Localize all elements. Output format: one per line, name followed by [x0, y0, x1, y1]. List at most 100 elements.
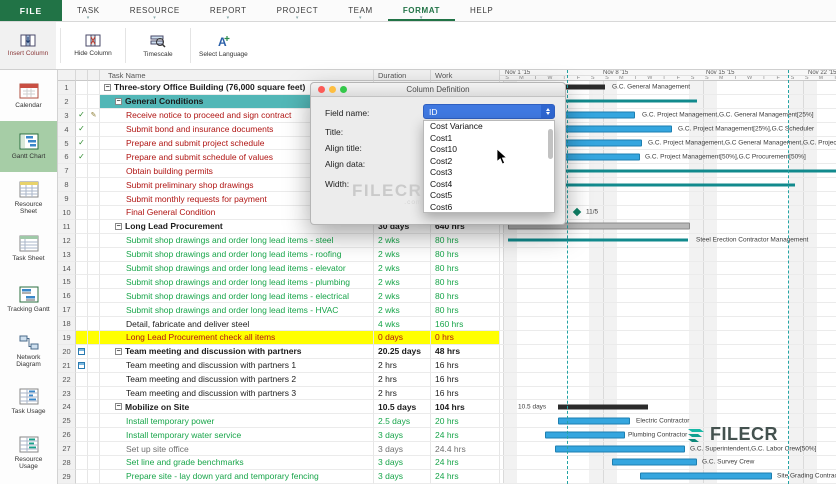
task-name-cell[interactable]: Install temporary water service [100, 428, 374, 442]
row-number-cell[interactable]: 28 [58, 456, 76, 470]
dropdown-option[interactable]: Cost6 [424, 202, 554, 214]
hide-column-button[interactable]: Hide Column [65, 22, 121, 69]
row-number-header[interactable] [58, 70, 76, 81]
row-number-cell[interactable]: 27 [58, 442, 76, 456]
task-name-cell[interactable]: −Mobilize on Site [100, 400, 374, 414]
sidebar-item-task-usage[interactable]: Task Usage [0, 376, 57, 427]
gantt-bar[interactable] [555, 445, 685, 452]
duration-cell[interactable]: 2 wks [374, 248, 431, 262]
collapse-icon[interactable]: − [104, 84, 111, 91]
dropdown-option[interactable]: Cost5 [424, 190, 554, 202]
tab-team[interactable]: TEAM▾ [333, 0, 388, 21]
sidebar-item-resource-usage[interactable]: Resource Usage [0, 427, 57, 478]
gantt-bar[interactable] [612, 459, 697, 466]
milestone-marker[interactable] [573, 208, 581, 216]
insert-column-button[interactable]: Insert Column [0, 22, 56, 69]
tab-task[interactable]: TASK▾ [62, 0, 115, 21]
gantt-cell[interactable]: Steel Erection Contractor Management [500, 234, 836, 248]
sidebar-item-gantt-chart[interactable]: Gantt Chart [0, 121, 57, 172]
row-number-cell[interactable]: 15 [58, 275, 76, 289]
gantt-bar[interactable] [558, 404, 648, 409]
dropdown-option[interactable]: Cost10 [424, 144, 554, 156]
task-name-cell[interactable]: Prepare site - lay down yard and tempora… [100, 470, 374, 484]
dropdown-option[interactable]: Cost2 [424, 156, 554, 168]
duration-cell[interactable]: 3 days [374, 442, 431, 456]
dropdown-option[interactable]: Cost Variance [424, 121, 554, 133]
duration-cell[interactable]: 2 wks [374, 303, 431, 317]
tab-help[interactable]: HELP [455, 0, 508, 21]
work-cell[interactable]: 20 hrs [431, 414, 500, 428]
select-language-button[interactable]: A Select Language [195, 22, 252, 69]
row-number-cell[interactable]: 21 [58, 359, 76, 373]
row-number-cell[interactable]: 23 [58, 387, 76, 401]
duration-cell[interactable]: 0 days [374, 331, 431, 345]
dropdown-option[interactable]: Cost1 [424, 133, 554, 145]
row-number-cell[interactable]: 16 [58, 289, 76, 303]
row-number-cell[interactable]: 13 [58, 248, 76, 262]
duration-cell[interactable]: 20.25 days [374, 345, 431, 359]
gantt-cell[interactable] [500, 289, 836, 303]
row-number-cell[interactable]: 10 [58, 206, 76, 220]
combo-arrows-icon[interactable] [541, 105, 554, 118]
gantt-cell[interactable]: G.C. Survey Crew [500, 456, 836, 470]
collapse-icon[interactable]: − [115, 223, 122, 230]
collapse-icon[interactable]: − [115, 348, 122, 355]
duration-cell[interactable]: 2 wks [374, 262, 431, 276]
task-name-cell[interactable]: −Team meeting and discussion with partne… [100, 345, 374, 359]
indicator-header[interactable] [76, 70, 88, 81]
gantt-cell[interactable]: Plumbing Contractor [500, 428, 836, 442]
duration-cell[interactable]: 3 days [374, 428, 431, 442]
work-cell[interactable]: 80 hrs [431, 248, 500, 262]
sidebar-item-calendar[interactable]: Calendar [0, 70, 57, 121]
sidebar-item-network-diagram[interactable]: Network Diagram [0, 325, 57, 376]
task-name-cell[interactable]: Submit shop drawings and order long lead… [100, 234, 374, 248]
sidebar-item-resource-sheet[interactable]: Resource Sheet [0, 172, 57, 223]
gantt-cell[interactable]: G.C. Superintendent,G.C. Labor Crew[50%] [500, 442, 836, 456]
task-name-cell[interactable]: Long Lead Procurement check all items [100, 331, 374, 345]
gantt-cell[interactable] [500, 303, 836, 317]
gantt-bar[interactable] [508, 239, 688, 242]
duration-cell[interactable]: 3 days [374, 470, 431, 484]
work-cell[interactable]: 160 hrs [431, 317, 500, 331]
gantt-cell[interactable] [500, 317, 836, 331]
work-cell[interactable]: 80 hrs [431, 234, 500, 248]
duration-cell[interactable]: 2 hrs [374, 373, 431, 387]
row-number-cell[interactable]: 25 [58, 414, 76, 428]
task-name-cell[interactable]: Detail, fabricate and deliver steel [100, 317, 374, 331]
gantt-cell[interactable] [500, 262, 836, 276]
row-number-cell[interactable]: 5 [58, 137, 76, 151]
work-column-header[interactable]: Work [431, 70, 500, 81]
tab-project[interactable]: PROJECT▾ [262, 0, 334, 21]
collapse-icon[interactable]: − [115, 403, 122, 410]
row-number-cell[interactable]: 20 [58, 345, 76, 359]
row-number-cell[interactable]: 7 [58, 164, 76, 178]
gantt-cell[interactable] [500, 387, 836, 401]
task-name-cell[interactable]: Submit shop drawings and order long lead… [100, 275, 374, 289]
task-name-cell[interactable]: Submit shop drawings and order long lead… [100, 262, 374, 276]
gantt-cell[interactable] [500, 331, 836, 345]
gantt-bar[interactable] [640, 473, 772, 480]
dropdown-option[interactable]: Cost4 [424, 179, 554, 191]
duration-cell[interactable]: 2 hrs [374, 387, 431, 401]
dropdown-option[interactable]: Cost3 [424, 167, 554, 179]
duration-column-header[interactable]: Duration [374, 70, 431, 81]
row-number-cell[interactable]: 22 [58, 373, 76, 387]
sidebar-item-tracking-gantt[interactable]: Tracking Gantt [0, 274, 57, 325]
task-name-cell[interactable]: Submit shop drawings and order long lead… [100, 289, 374, 303]
gantt-cell[interactable]: Electric Contractor [500, 414, 836, 428]
duration-cell[interactable]: 2 wks [374, 234, 431, 248]
row-number-cell[interactable]: 14 [58, 262, 76, 276]
gantt-cell[interactable] [500, 373, 836, 387]
gantt-cell[interactable] [500, 248, 836, 262]
work-cell[interactable]: 16 hrs [431, 359, 500, 373]
work-cell[interactable]: 16 hrs [431, 373, 500, 387]
row-number-cell[interactable]: 26 [58, 428, 76, 442]
indicator-header[interactable] [88, 70, 100, 81]
task-name-cell[interactable]: Team meeting and discussion with partner… [100, 387, 374, 401]
duration-cell[interactable]: 2 hrs [374, 359, 431, 373]
row-number-cell[interactable]: 1 [58, 81, 76, 95]
work-cell[interactable]: 80 hrs [431, 275, 500, 289]
work-cell[interactable]: 0 hrs [431, 331, 500, 345]
gantt-cell[interactable]: 10.5 days [500, 400, 836, 414]
duration-cell[interactable]: 3 days [374, 456, 431, 470]
